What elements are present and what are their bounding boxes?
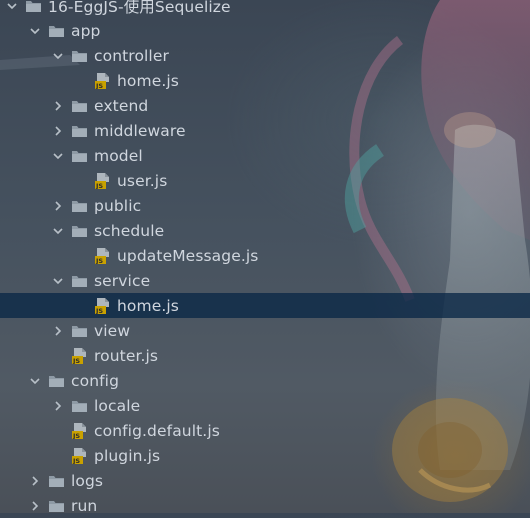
tree-folder-public[interactable]: public <box>0 193 530 218</box>
tree-file-home-js[interactable]: JS home.js <box>0 68 530 93</box>
folder-icon <box>48 498 65 514</box>
js-file-icon: JS <box>94 172 111 189</box>
folder-icon <box>48 473 65 489</box>
svg-text:JS: JS <box>95 82 103 89</box>
tree-folder-middleware[interactable]: middleware <box>0 118 530 143</box>
tree-item-label: config <box>71 371 120 390</box>
chevron-down-icon[interactable] <box>52 150 64 162</box>
tree-item-label: plugin.js <box>94 446 161 465</box>
tree-item-label: public <box>94 196 142 215</box>
chevron-down-icon[interactable] <box>6 0 18 12</box>
chevron-down-icon[interactable] <box>52 275 64 287</box>
folder-icon <box>71 273 88 289</box>
tree-folder-model[interactable]: model <box>0 143 530 168</box>
folder-icon <box>71 123 88 139</box>
tree-file-updatemessage-js[interactable]: JS updateMessage.js <box>0 243 530 268</box>
js-file-icon: JS <box>94 72 111 89</box>
js-file-icon: JS <box>71 422 88 439</box>
tree-item-label: config.default.js <box>94 421 220 440</box>
chevron-right-icon[interactable] <box>29 500 41 512</box>
tree-folder-extend[interactable]: extend <box>0 93 530 118</box>
tree-item-label: view <box>94 321 131 340</box>
tree-item-label: locale <box>94 396 141 415</box>
chevron-down-icon[interactable] <box>29 25 41 37</box>
tree-folder-view[interactable]: view <box>0 318 530 343</box>
tree-item-label: home.js <box>117 296 179 315</box>
tree-folder-service[interactable]: service <box>0 268 530 293</box>
svg-text:JS: JS <box>72 457 80 464</box>
chevron-right-icon[interactable] <box>29 475 41 487</box>
tree-folder-run[interactable]: run <box>0 493 530 518</box>
tree-item-label: extend <box>94 96 149 115</box>
chevron-right-icon[interactable] <box>52 200 64 212</box>
tree-folder-controller[interactable]: controller <box>0 43 530 68</box>
folder-icon <box>71 48 88 64</box>
tree-file-config-default-js[interactable]: JS config.default.js <box>0 418 530 443</box>
chevron-down-icon[interactable] <box>52 50 64 62</box>
svg-text:JS: JS <box>72 432 80 439</box>
tree-file-plugin-js[interactable]: JS plugin.js <box>0 443 530 468</box>
chevron-right-icon[interactable] <box>52 400 64 412</box>
folder-icon <box>71 398 88 414</box>
tree-item-label: user.js <box>117 171 168 190</box>
tree-file-user-js[interactable]: JS user.js <box>0 168 530 193</box>
tree-folder-config[interactable]: config <box>0 368 530 393</box>
js-file-icon: JS <box>94 247 111 264</box>
tree-item-label: schedule <box>94 221 165 240</box>
chevron-down-icon[interactable] <box>52 225 64 237</box>
tree-item-label: router.js <box>94 346 159 365</box>
folder-icon <box>25 0 42 14</box>
chevron-right-icon[interactable] <box>52 100 64 112</box>
tree-folder-16-eggjs-sequelize[interactable]: 16-EggJS-使用Sequelize <box>0 0 530 18</box>
folder-icon <box>48 373 65 389</box>
chevron-right-icon[interactable] <box>52 125 64 137</box>
tree-file-router-js[interactable]: JS router.js <box>0 343 530 368</box>
tree-file-home-js[interactable]: JS home.js <box>0 293 530 318</box>
svg-text:JS: JS <box>95 307 103 314</box>
chevron-right-icon[interactable] <box>52 325 64 337</box>
tree-item-label: service <box>94 271 151 290</box>
chevron-down-icon[interactable] <box>29 375 41 387</box>
tree-item-label: home.js <box>117 71 179 90</box>
folder-icon <box>71 148 88 164</box>
tree-item-label: app <box>71 21 101 40</box>
tree-folder-schedule[interactable]: schedule <box>0 218 530 243</box>
folder-icon <box>71 198 88 214</box>
svg-text:JS: JS <box>95 182 103 189</box>
tree-item-label: 16-EggJS-使用Sequelize <box>48 0 231 16</box>
tree-item-label: controller <box>94 46 169 65</box>
folder-icon <box>71 223 88 239</box>
js-file-icon: JS <box>71 447 88 464</box>
tree-folder-locale[interactable]: locale <box>0 393 530 418</box>
folder-icon <box>71 98 88 114</box>
tree-item-label: middleware <box>94 121 186 140</box>
js-file-icon: JS <box>71 347 88 364</box>
tree-folder-app[interactable]: app <box>0 18 530 43</box>
folder-icon <box>71 323 88 339</box>
folder-icon <box>48 23 65 39</box>
tree-folder-logs[interactable]: logs <box>0 468 530 493</box>
tree-item-label: logs <box>71 471 104 490</box>
js-file-icon: JS <box>94 297 111 314</box>
tree-item-label: updateMessage.js <box>117 246 259 265</box>
svg-text:JS: JS <box>95 257 103 264</box>
tree-item-label: model <box>94 146 143 165</box>
tree-item-label: run <box>71 496 98 515</box>
svg-text:JS: JS <box>72 357 80 364</box>
